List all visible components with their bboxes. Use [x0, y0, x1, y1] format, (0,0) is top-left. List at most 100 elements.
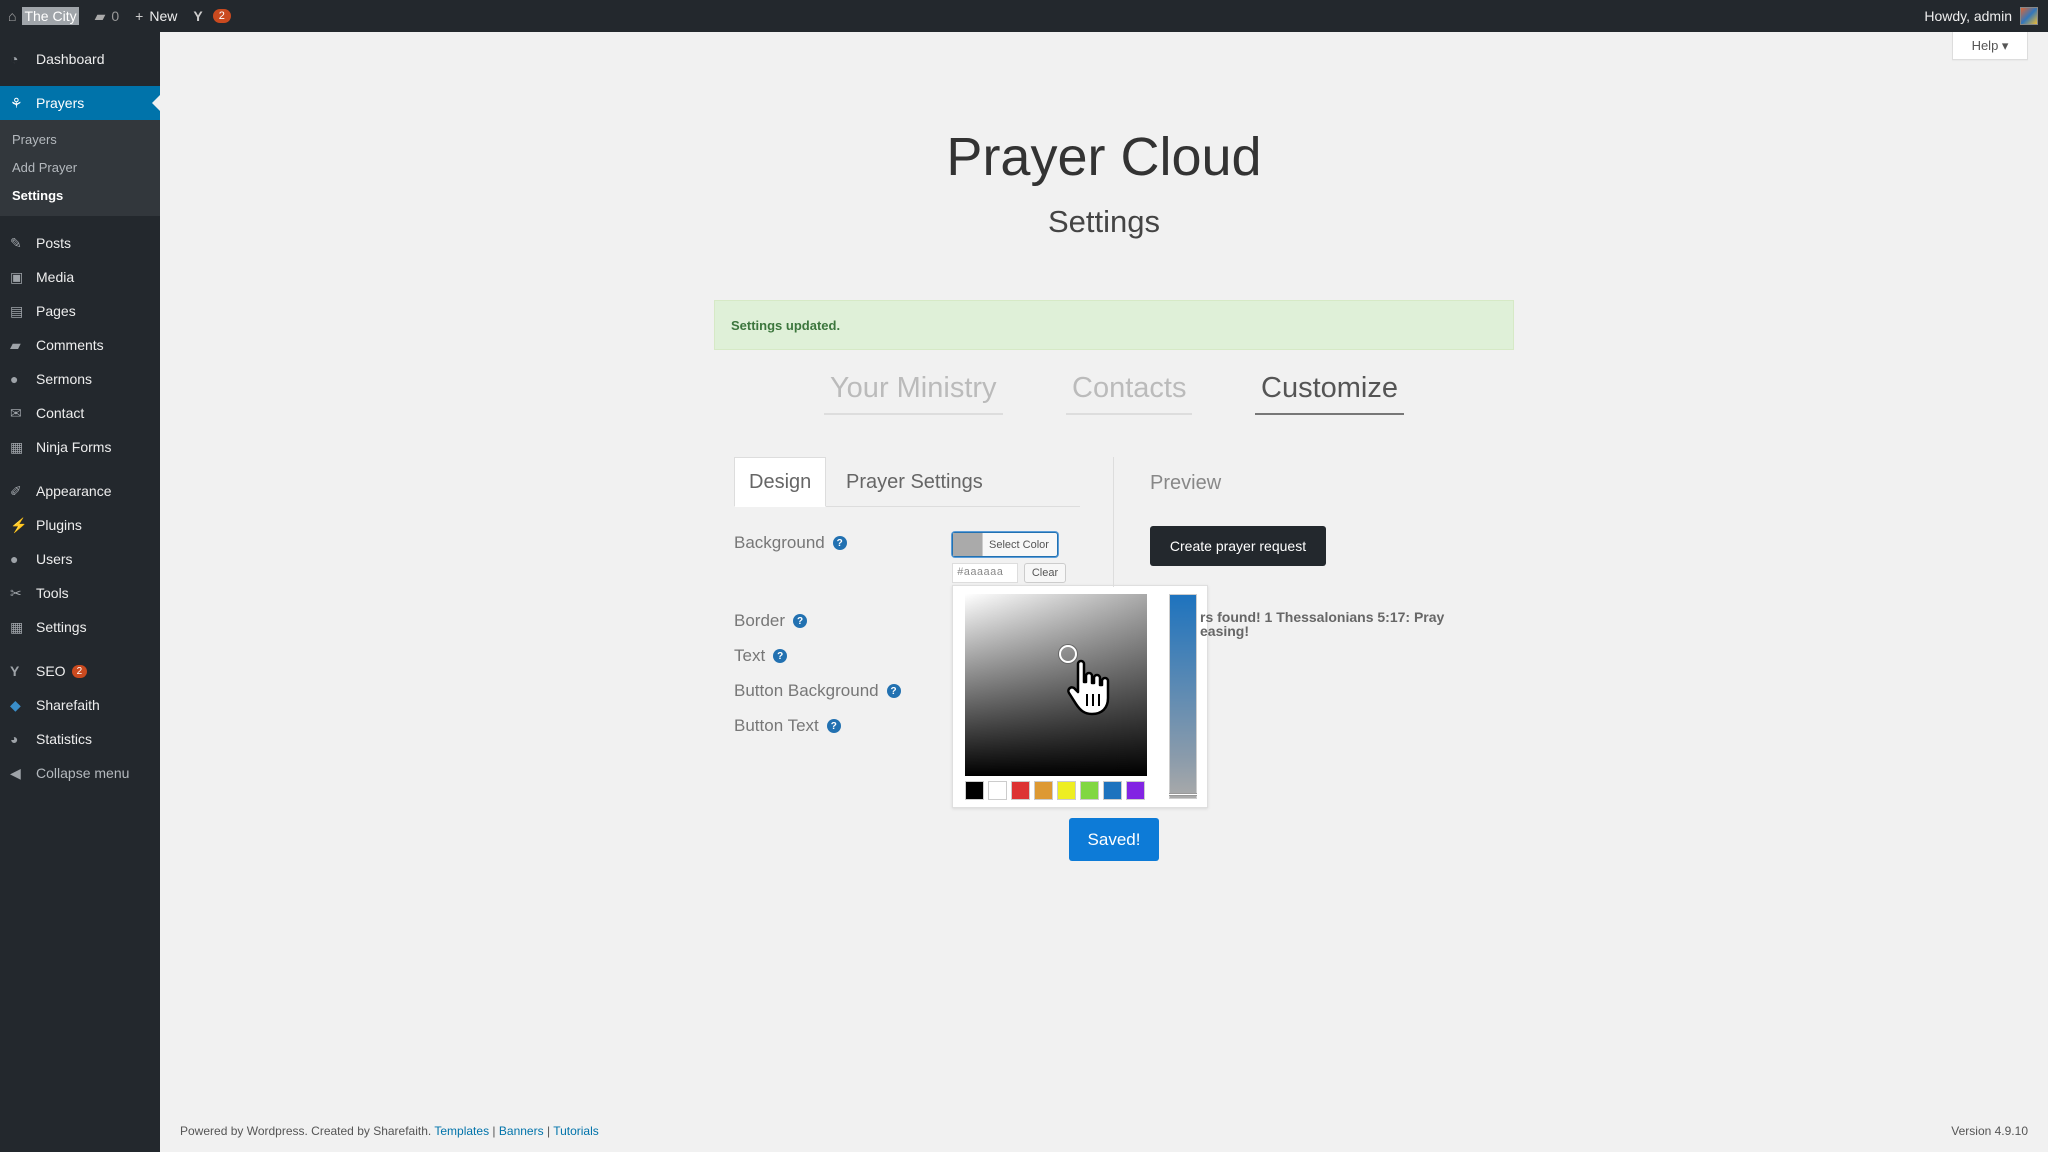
field-label-text: Button Text — [734, 716, 819, 735]
admin-sidebar: ◔ Dashboard ⚘ Prayers Prayers Add Prayer S… — [0, 32, 160, 1152]
submenu-settings[interactable]: Settings — [0, 182, 160, 210]
pie-chart-icon: ◕ — [10, 731, 19, 747]
footer-credits: Powered by Wordpress. Created by Sharefa… — [180, 1124, 599, 1138]
mail-icon: ✉ — [10, 404, 22, 421]
field-label-text: Background — [734, 533, 825, 552]
sidebar-item-users[interactable]: ● Users — [0, 542, 160, 576]
pages-icon: ▤ — [10, 302, 24, 319]
subtab-prayer-settings[interactable]: Prayer Settings — [832, 457, 997, 507]
forms-icon: ▦ — [10, 438, 24, 455]
palette-swatch[interactable] — [1011, 781, 1030, 800]
sidebar-item-label: Appearance — [36, 483, 112, 499]
subtab-design[interactable]: Design — [734, 457, 827, 507]
seo-notification-badge: 2 — [212, 9, 231, 23]
sidebar-item-label: Plugins — [36, 517, 82, 533]
sidebar-item-contact[interactable]: ✉ Contact — [0, 396, 160, 430]
plugin-icon: ⚡ — [10, 516, 28, 533]
saved-button[interactable]: Saved! — [1069, 818, 1159, 861]
palette-swatch[interactable] — [1103, 781, 1122, 800]
sidebar-item-tools[interactable]: ✂ Tools — [0, 576, 160, 610]
tab-your-ministry[interactable]: Your Ministry — [824, 372, 1003, 415]
sidebar-item-statistics[interactable]: ◕ Statistics — [0, 722, 160, 756]
hue-slider-handle[interactable] — [1169, 793, 1197, 796]
palette-swatch[interactable] — [1057, 781, 1076, 800]
color-palette — [965, 781, 1145, 800]
tab-customize[interactable]: Customize — [1255, 372, 1404, 415]
hue-slider[interactable] — [1169, 594, 1197, 799]
media-icon: ▣ — [10, 268, 24, 285]
sidebar-item-label: Pages — [36, 303, 76, 319]
palette-swatch[interactable] — [1080, 781, 1099, 800]
sidebar-item-label: Media — [36, 269, 75, 285]
help-icon[interactable]: ? — [773, 649, 788, 663]
tab-contacts[interactable]: Contacts — [1066, 372, 1193, 415]
sidebar-item-label: Ninja Forms — [36, 439, 112, 455]
yoast-icon: Y — [193, 8, 203, 24]
sidebar-item-sermons[interactable]: ● Sermons — [0, 362, 160, 396]
sidebar-item-media[interactable]: ▣ Media — [0, 260, 160, 294]
help-icon[interactable]: ? — [826, 719, 841, 733]
saturation-value-field[interactable] — [965, 594, 1147, 776]
palette-swatch[interactable] — [1034, 781, 1053, 800]
create-prayer-request-button[interactable]: Create prayer request — [1150, 526, 1326, 566]
new-content-link[interactable]: + New — [127, 0, 185, 32]
sidebar-item-collapse[interactable]: ◀ Collapse menu — [0, 756, 160, 790]
sidebar-item-prayers[interactable]: ⚘ Prayers — [0, 86, 160, 120]
hex-color-input[interactable] — [952, 563, 1018, 583]
palette-swatch[interactable] — [1126, 781, 1145, 800]
footer-link-tutorials[interactable]: Tutorials — [553, 1124, 599, 1138]
settings-updated-notice: Settings updated. — [714, 300, 1514, 350]
footer-link-banners[interactable]: Banners — [499, 1124, 544, 1138]
border-field-label: Border? — [734, 611, 808, 631]
sidebar-item-comments[interactable]: ▰ Comments — [0, 328, 160, 362]
sidebar-item-label: Contact — [36, 405, 85, 421]
sidebar-item-ninja-forms[interactable]: ▦ Ninja Forms — [0, 430, 160, 464]
panel-divider — [1113, 457, 1114, 587]
new-label: New — [149, 8, 178, 24]
yoast-icon: Y — [10, 663, 20, 679]
sidebar-item-posts[interactable]: ✎ Posts — [0, 226, 160, 260]
submenu-prayers[interactable]: Prayers — [0, 126, 160, 154]
footer-separator: | — [492, 1124, 496, 1138]
seo-admin-link[interactable]: Y 2 — [185, 0, 238, 32]
sidebar-item-settings[interactable]: ▦ Settings — [0, 610, 160, 644]
sidebar-item-sharefaith[interactable]: ◆ Sharefaith — [0, 688, 160, 722]
sidebar-item-appearance[interactable]: ✐ Appearance — [0, 474, 160, 508]
sidebar-item-label: SEO — [36, 663, 66, 679]
sidebar-item-label: Users — [36, 551, 73, 567]
preview-message-text: rs found! 1 Thessalonians 5:17: Pray eas… — [1200, 609, 1445, 639]
button-text-field-label: Button Text? — [734, 716, 841, 736]
sidebar-item-label: Dashboard — [36, 51, 105, 67]
sharefaith-icon: ◆ — [10, 696, 21, 713]
sidebar-item-label: Sharefaith — [36, 697, 100, 713]
page-subtitle: Settings — [1047, 204, 1160, 239]
help-icon[interactable]: ? — [886, 684, 901, 698]
footer-link-templates[interactable]: Templates — [434, 1124, 489, 1138]
palette-swatch[interactable] — [988, 781, 1007, 800]
sidebar-item-label: Tools — [36, 585, 69, 601]
sidebar-item-pages[interactable]: ▤ Pages — [0, 294, 160, 328]
home-icon: ⌂ — [8, 8, 17, 24]
text-field-label: Text? — [734, 646, 788, 666]
help-icon[interactable]: ? — [832, 536, 847, 550]
site-name-link[interactable]: ⌂ The City — [0, 0, 87, 32]
customize-subtabs: Design Prayer Settings — [734, 457, 1080, 507]
clear-color-button[interactable]: Clear — [1024, 563, 1066, 583]
help-icon[interactable]: ? — [793, 614, 808, 628]
wrench-icon: ✂ — [10, 584, 22, 601]
sidebar-item-label: Sermons — [36, 371, 93, 387]
comments-link[interactable]: ▰ 0 — [87, 0, 128, 32]
page-title: Prayer Cloud — [946, 127, 1262, 187]
submenu-add-prayer[interactable]: Add Prayer — [0, 154, 160, 182]
my-account-link[interactable]: Howdy, admin — [1916, 0, 2048, 32]
select-color-label: Select Color — [989, 538, 1049, 551]
help-tab-button[interactable]: Help ▾ — [1952, 32, 2028, 60]
palette-swatch[interactable] — [965, 781, 984, 800]
sidebar-item-seo[interactable]: Y SEO 2 — [0, 654, 160, 688]
background-field-label: Background? — [734, 533, 847, 553]
background-color-button[interactable]: Select Color — [952, 532, 1058, 557]
sidebar-item-plugins[interactable]: ⚡ Plugins — [0, 508, 160, 542]
sidebar-item-dashboard[interactable]: ◔ Dashboard — [0, 42, 160, 76]
sidebar-item-label: Settings — [36, 619, 87, 635]
field-label-text: Button Background — [734, 681, 879, 700]
